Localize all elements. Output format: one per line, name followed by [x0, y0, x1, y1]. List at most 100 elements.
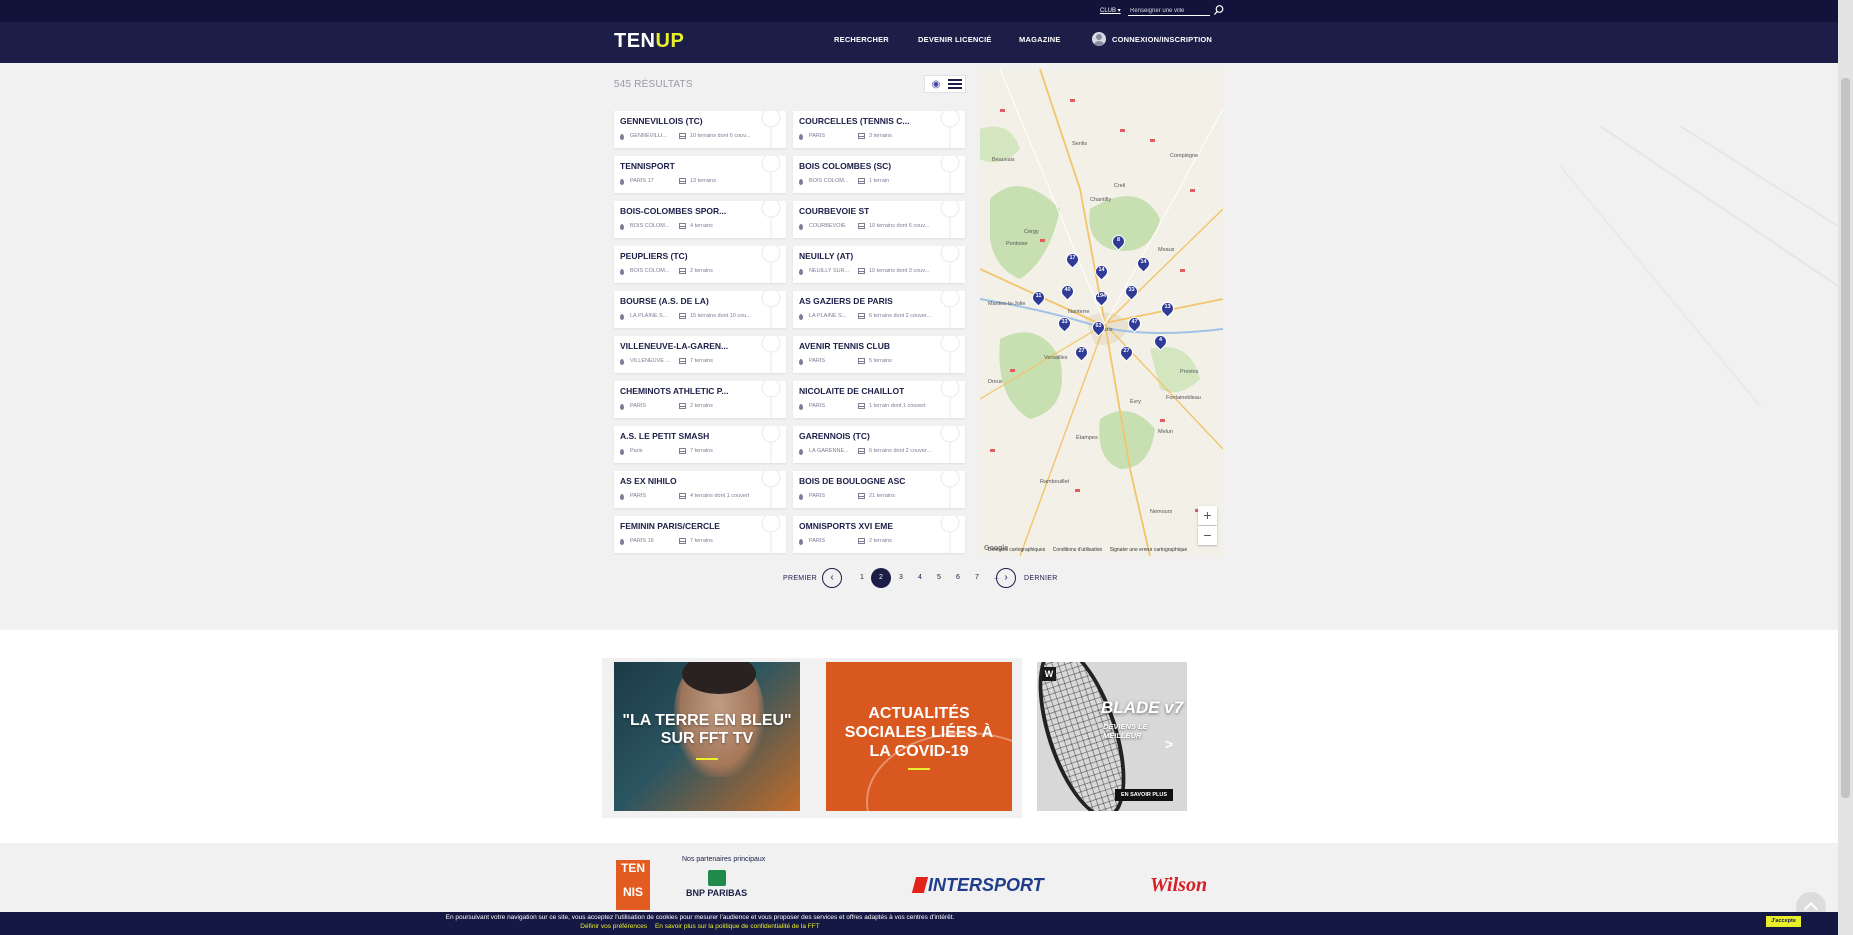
club-card[interactable]: GARENNOIS (TC) LA GARENNE... 6 terrains do…: [793, 426, 965, 463]
zoom-in-button[interactable]: +: [1198, 506, 1217, 525]
covid-news-banner[interactable]: ACTUALITÉS SOCIALES LIÉES À LA COVID-19: [826, 662, 1012, 811]
map-cluster-marker[interactable]: 47: [1125, 314, 1144, 333]
scrollbar-thumb[interactable]: [1841, 78, 1850, 798]
club-name[interactable]: CHEMINOTS ATHLETIC P...: [620, 386, 728, 396]
club-name[interactable]: BOIS COLOMBES (SC): [799, 161, 891, 171]
pagination-page[interactable]: 6: [948, 568, 968, 588]
zoom-out-button[interactable]: −: [1198, 526, 1217, 545]
pagination-next[interactable]: ›: [996, 568, 1016, 588]
club-card[interactable]: COURCELLES (TENNIS C... PARIS 3 terrains: [793, 111, 965, 148]
club-name[interactable]: VILLENEUVE-LA-GAREN...: [620, 341, 728, 351]
club-card[interactable]: AS GAZIERS DE PARIS LA PLAINE S... 6 terra…: [793, 291, 965, 328]
bnp-paribas-logo[interactable]: BNP PARIBAS: [684, 870, 754, 904]
club-name[interactable]: TENNISPORT: [620, 161, 675, 171]
wilson-w-logo: W: [1042, 667, 1056, 681]
map-cluster-marker[interactable]: 63: [1089, 318, 1108, 337]
club-card[interactable]: GENNEVILLOIS (TC) GENNEVILLI... 10 terrain…: [614, 111, 786, 148]
club-card[interactable]: FEMININ PARIS/CERCLE PARIS 16 7 terrains: [614, 516, 786, 553]
map-cluster-marker[interactable]: 33: [1122, 282, 1141, 301]
club-card[interactable]: PEUPLIERS (TC) BOIS COLOM... 2 terrains: [614, 246, 786, 283]
club-card[interactable]: BOURSE (A.S. DE LA) LA PLAINE S... 15 terr…: [614, 291, 786, 328]
club-name[interactable]: A.S. LE PETIT SMASH: [620, 431, 709, 441]
club-name[interactable]: AS GAZIERS DE PARIS: [799, 296, 893, 306]
club-name[interactable]: BOIS DE BOULOGNE ASC: [799, 476, 905, 486]
club-name[interactable]: PEUPLIERS (TC): [620, 251, 688, 261]
pagination-first[interactable]: PREMIER: [783, 575, 817, 582]
pagination-page[interactable]: 5: [929, 568, 949, 588]
club-card[interactable]: BOIS COLOMBES (SC) BOIS COLOM... 1 terrain: [793, 156, 965, 193]
club-card[interactable]: NEUILLY (AT) NEUILLY SUR... 10 terrains do…: [793, 246, 965, 283]
map-cluster-marker[interactable]: 4: [1151, 332, 1170, 351]
map-cluster-marker[interactable]: 14: [1092, 262, 1111, 281]
map-cluster-marker[interactable]: 27: [1072, 343, 1091, 362]
club-name[interactable]: OMNISPORTS XVI EME: [799, 521, 893, 531]
map-cluster-marker[interactable]: 194: [1092, 288, 1111, 307]
nav-devenir-licencie[interactable]: DEVENIR LICENCIÉ: [918, 35, 992, 44]
clubs-map[interactable]: Beauvais Senlis Creil Chantilly Cergy Pontois…: [980, 69, 1223, 556]
club-name[interactable]: GARENNOIS (TC): [799, 431, 870, 441]
cookie-accept-button[interactable]: J'accepte: [1766, 916, 1801, 927]
club-card[interactable]: CHEMINOTS ATHLETIC P... PARIS 2 terrains: [614, 381, 786, 418]
pagination-page[interactable]: 4: [910, 568, 930, 588]
map-cluster-marker[interactable]: 8: [1109, 232, 1128, 251]
map-cluster-marker[interactable]: 17: [1063, 250, 1082, 269]
map-view-icon[interactable]: ◉: [930, 79, 942, 91]
club-card[interactable]: OMNISPORTS XVI EME PARIS 2 terrains: [793, 516, 965, 553]
wilson-ad-banner[interactable]: W BLADE v7 DEVIENS LE MEILLEUR > EN SAVO…: [1037, 662, 1187, 811]
map-cluster-marker[interactable]: 33: [1055, 314, 1074, 333]
map-cluster-marker[interactable]: 40: [1058, 282, 1077, 301]
club-card[interactable]: VILLENEUVE-LA-GAREN... VILLENEUVE ... 7 te…: [614, 336, 786, 373]
club-select[interactable]: CLUB ▾: [1100, 7, 1121, 14]
club-name[interactable]: NICOLAITE DE CHAILLOT: [799, 386, 904, 396]
cookie-preferences-link[interactable]: Définir vos préférences: [580, 923, 647, 930]
club-name[interactable]: AS EX NIHILO: [620, 476, 677, 486]
club-name[interactable]: COURCELLES (TENNIS C...: [799, 116, 910, 126]
club-name[interactable]: BOURSE (A.S. DE LA): [620, 296, 709, 306]
map-terms-link[interactable]: Conditions d'utilisation: [1053, 547, 1103, 553]
search-icon[interactable]: [1213, 4, 1225, 16]
map-cluster-marker[interactable]: 13: [1158, 299, 1177, 318]
map-report-link[interactable]: Signaler une erreur cartographique: [1110, 547, 1188, 553]
nav-rechercher[interactable]: RECHERCHER: [834, 35, 889, 44]
user-icon[interactable]: [1092, 32, 1106, 46]
cookie-policy-link[interactable]: En savoir plus sur la politique de confi…: [655, 923, 820, 930]
nav-magazine[interactable]: MAGAZINE: [1019, 35, 1061, 44]
pagination-prev[interactable]: ‹: [822, 568, 842, 588]
club-card[interactable]: TENNISPORT PARIS 17 13 terrains: [614, 156, 786, 193]
city-search-input[interactable]: [1128, 6, 1210, 16]
wilson-logo[interactable]: Wilson: [1150, 874, 1207, 897]
club-name[interactable]: NEUILLY (AT): [799, 251, 853, 261]
pagination-last[interactable]: DERNIER: [1024, 575, 1058, 582]
club-card[interactable]: AVENIR TENNIS CLUB PARIS 5 terrains: [793, 336, 965, 373]
fft-tv-banner[interactable]: "LA TERRE EN BLEU" SUR FFT TV: [614, 662, 800, 811]
map-cluster-marker[interactable]: 11: [1029, 288, 1048, 307]
ad-learn-more-button[interactable]: EN SAVOIR PLUS: [1115, 789, 1173, 801]
fft-tennis-logo[interactable]: TEN NIS: [616, 860, 650, 910]
intersport-logo[interactable]: INTERSPORT: [911, 875, 1044, 896]
club-name[interactable]: GENNEVILLOIS (TC): [620, 116, 703, 126]
pagination-page[interactable]: 7: [967, 568, 987, 588]
club-card[interactable]: BOIS-COLOMBES SPOR... BOIS COLOM... 4 terr…: [614, 201, 786, 238]
map-place-label: Dreux: [988, 379, 1003, 385]
club-card[interactable]: AS EX NIHILO PARIS 4 terrains dont 1 couve…: [614, 471, 786, 508]
club-card[interactable]: NICOLAITE DE CHAILLOT PARIS 1 terrain dont…: [793, 381, 965, 418]
map-data-link[interactable]: Données cartographiques: [988, 547, 1045, 553]
pagination-page-current[interactable]: 2: [871, 568, 891, 588]
club-card[interactable]: COURBEVOIE ST COURBEVOIE 10 terrains dont …: [793, 201, 965, 238]
map-cluster-marker[interactable]: 27: [1117, 343, 1136, 362]
tenup-logo[interactable]: TENUP: [614, 30, 684, 53]
list-view-icon[interactable]: [948, 79, 962, 90]
club-name[interactable]: AVENIR TENNIS CLUB: [799, 341, 890, 351]
club-card[interactable]: BOIS DE BOULOGNE ASC PARIS 21 terrains: [793, 471, 965, 508]
location-pin-icon: [799, 269, 803, 275]
page-scrollbar[interactable]: [1838, 0, 1853, 935]
club-name[interactable]: FEMININ PARIS/CERCLE: [620, 521, 720, 531]
club-name[interactable]: BOIS-COLOMBES SPOR...: [620, 206, 726, 216]
map-cluster-marker[interactable]: 14: [1134, 254, 1153, 273]
nav-connexion[interactable]: CONNEXION/INSCRIPTION: [1112, 35, 1212, 44]
club-name[interactable]: COURBEVOIE ST: [799, 206, 869, 216]
pagination-page[interactable]: 3: [891, 568, 911, 588]
location-pin-icon: [620, 134, 624, 140]
club-card[interactable]: A.S. LE PETIT SMASH Paris 7 terrains: [614, 426, 786, 463]
pagination-page[interactable]: 1: [852, 568, 872, 588]
